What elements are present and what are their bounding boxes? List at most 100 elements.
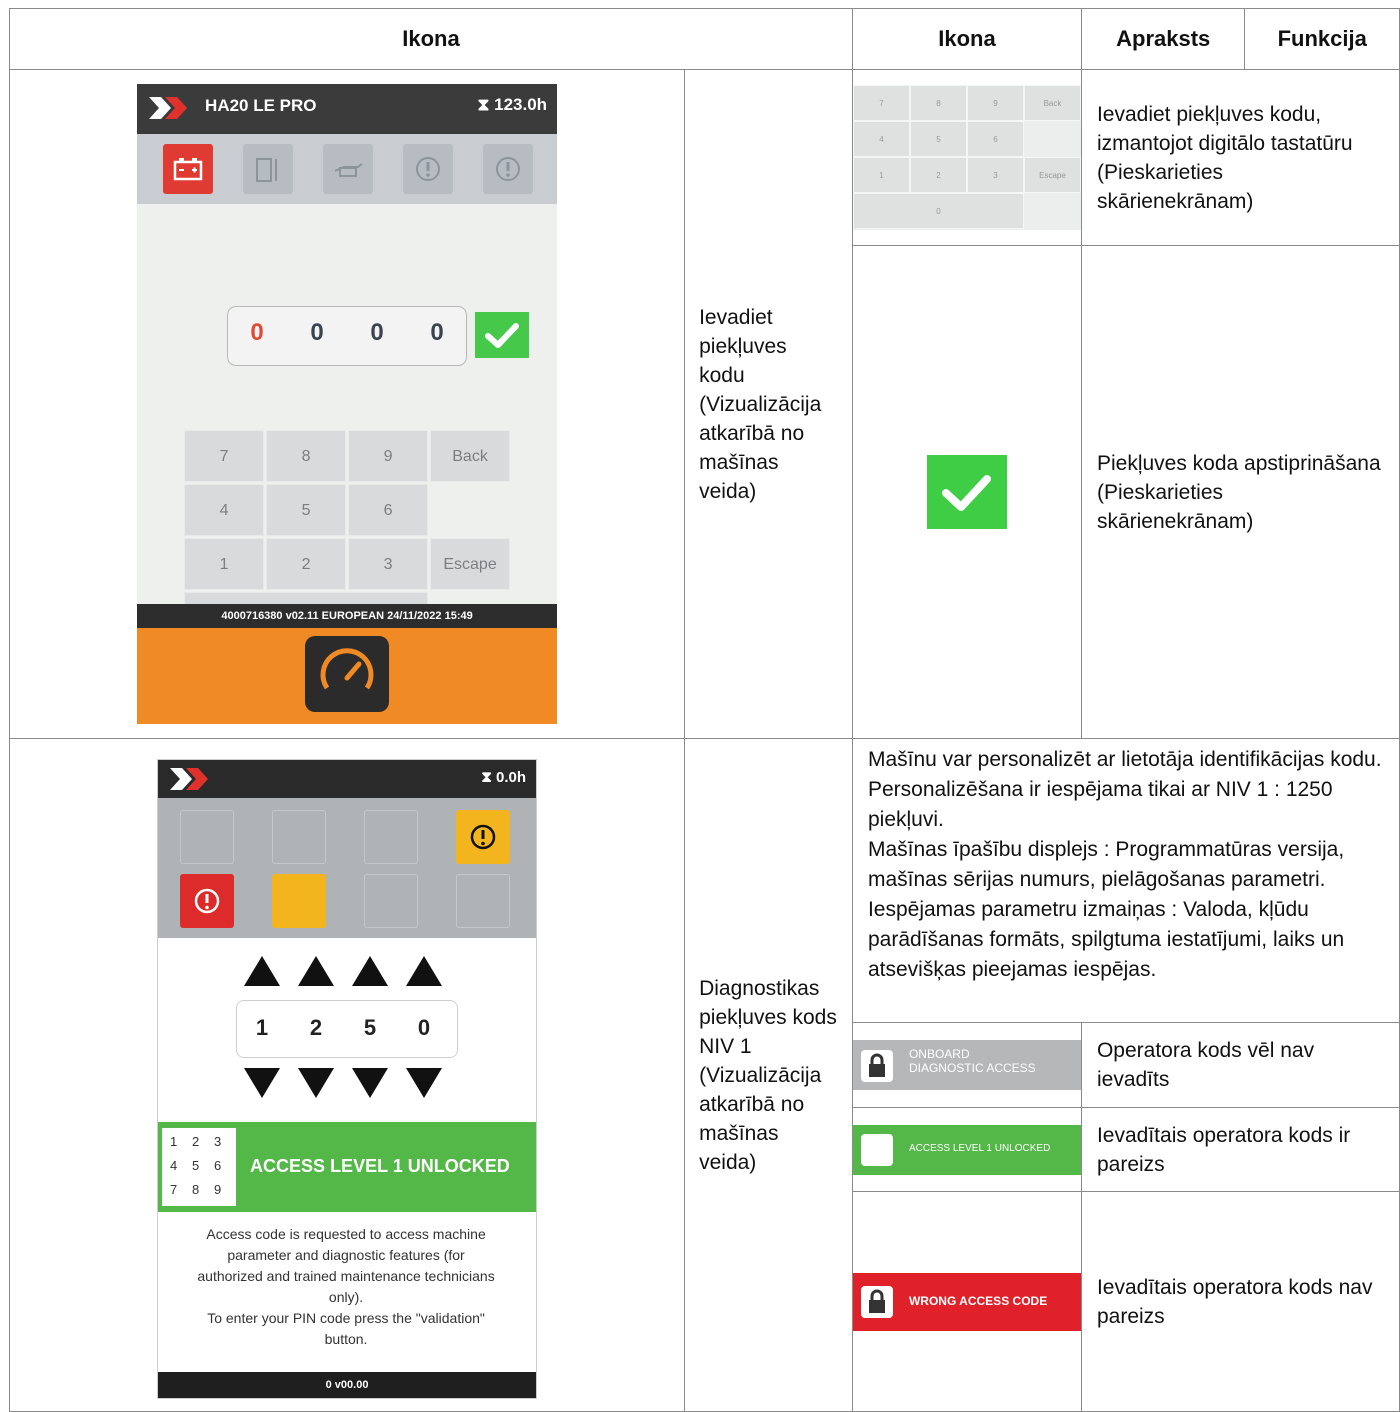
numpad-icon: 1 2 3 4 5 6 7 8 9	[162, 1128, 237, 1206]
access-code-phone-screenshot: HA20 LE PRO ⧗ 123.0h 0 0 0 0 7 8 9 Back …	[137, 84, 558, 724]
key-4[interactable]: 4	[184, 484, 265, 536]
access-code-screenshot-cell: HA20 LE PRO ⧗ 123.0h 0 0 0 0 7 8 9 Back …	[8, 69, 686, 739]
key-9[interactable]: 9	[348, 430, 429, 482]
header-description: Apraksts	[1080, 8, 1246, 70]
warning-icon	[456, 810, 511, 864]
personalization-text: Mašīnu var personalizēt ar lietotāja ide…	[851, 738, 1400, 1023]
thumb-key: 9	[966, 85, 1024, 121]
fuel-icon	[272, 810, 327, 864]
thumb-key: 6	[966, 121, 1024, 157]
fuel-icon	[243, 144, 294, 194]
badge-label: ACCESS LEVEL 1 UNLOCKED	[908, 1142, 1051, 1154]
keypad-thumbnail-cell: 7 8 9 Back 4 5 6 1 2 3 Escape 0	[851, 69, 1082, 246]
confirm-function-text: Piekļuves koda apstiprināšana (Pieskarie…	[1080, 245, 1400, 739]
phone-bottom-bar	[137, 628, 558, 724]
status-icon-bar	[137, 134, 558, 204]
code-digit: 5	[363, 1015, 377, 1040]
brand-chevron-icon	[149, 97, 188, 119]
wrong-code-badge-cell: WRONG ACCESS CODE	[851, 1191, 1082, 1412]
unlocked-badge-cell: ACCESS LEVEL 1 UNLOCKED	[851, 1107, 1082, 1192]
thumb-key: 7	[852, 85, 910, 121]
thumb-key: 1	[852, 157, 910, 193]
increment-arrow[interactable]	[244, 956, 281, 986]
warning-icon	[403, 144, 454, 194]
warning-icon	[483, 144, 534, 194]
code-digit: 0	[417, 1015, 431, 1040]
phone-header-bar: HA20 LE PRO ⧗ 123.0h	[137, 84, 558, 134]
key-7[interactable]: 7	[184, 430, 265, 482]
access-unlocked-banner: 1 2 3 4 5 6 7 8 9 ACCESS LEVEL 1 UNLOCKE…	[158, 1122, 537, 1212]
diagnostic-code-description: Diagnostikas piekļuves kods NIV 1 (Vizua…	[684, 738, 853, 1412]
hour-meter: ⧗ 123.0h	[477, 95, 548, 114]
decrement-arrow[interactable]	[406, 1068, 443, 1098]
table-header-row: Ikona Ikona Apraksts Funkcija	[9, 8, 1400, 70]
coolant-icon	[364, 874, 419, 928]
increment-arrow[interactable]	[352, 956, 389, 986]
header-icon-left: Ikona	[9, 8, 853, 70]
key-8[interactable]: 8	[266, 430, 347, 482]
keypad-thumbnail: 7 8 9 Back 4 5 6 1 2 3 Escape 0	[852, 85, 1081, 230]
access-code-display[interactable]: 0 0 0 0	[227, 306, 468, 366]
numpad-icon	[860, 1133, 893, 1166]
thumb-key: Escape	[1023, 157, 1081, 193]
code-digit: 0	[430, 319, 444, 346]
phone-header-bar: ⧗ 0.0h	[158, 760, 537, 798]
not-entered-function-text: Operatora kods vēl nav ievadīts	[1080, 1022, 1400, 1108]
code-digit: 1	[255, 1015, 269, 1040]
machine-model: HA20 LE PRO	[205, 96, 317, 115]
decrement-arrow[interactable]	[298, 1068, 335, 1098]
confirm-icon-cell	[851, 245, 1082, 739]
decrement-arrow[interactable]	[352, 1068, 389, 1098]
code-digit: 0	[250, 319, 264, 346]
decrement-arrow[interactable]	[244, 1068, 281, 1098]
badge-label: WRONG ACCESS CODE	[908, 1293, 1048, 1308]
key-6[interactable]: 6	[348, 484, 429, 536]
document-page: Ikona Ikona Apraksts Funkcija HA20 LE PR…	[0, 0, 1400, 1412]
header-icon-right: Ikona	[851, 8, 1082, 70]
speedometer-button[interactable]	[305, 636, 390, 712]
code-digit: 0	[310, 319, 324, 346]
back-key[interactable]: Back	[430, 430, 511, 482]
key-5[interactable]: 5	[266, 484, 347, 536]
table-row: ⧗ 0.0h 1 2 5 0 1 2 3 4 5 6 7 8 9 ACCESS …	[8, 738, 1400, 1412]
table-row: HA20 LE PRO ⧗ 123.0h 0 0 0 0 7 8 9 Back …	[8, 69, 1400, 739]
alarm-icon	[180, 874, 235, 928]
wrong-code-function-text: Ievadītais operatora kods nav pareizs	[1080, 1191, 1400, 1412]
status-icon-grid	[158, 798, 537, 938]
oil-icon	[323, 144, 374, 194]
key-2[interactable]: 2	[266, 538, 347, 590]
key-3[interactable]: 3	[348, 538, 429, 590]
hour-meter: ⧗ 0.0h	[481, 769, 527, 786]
confirm-checkmark-icon	[926, 455, 1007, 529]
thumb-key: 0	[852, 193, 1024, 229]
escape-key[interactable]: Escape	[430, 538, 511, 590]
increment-arrow[interactable]	[406, 956, 443, 986]
icon-table: Ikona Ikona Apraksts Funkcija HA20 LE PR…	[8, 8, 1400, 1412]
badge-line: DIAGNOSTIC ACCESS	[908, 1061, 1036, 1075]
thumb-key: 8	[909, 85, 967, 121]
access-code-description: Ievadiet piekļuves kodu (Vizualizācija a…	[684, 69, 853, 739]
code-digit: 0	[370, 319, 384, 346]
thumb-key: 3	[966, 157, 1024, 193]
speedometer-icon	[320, 648, 374, 690]
banner-text: ACCESS LEVEL 1 UNLOCKED	[250, 1156, 510, 1176]
unlocked-badge: ACCESS LEVEL 1 UNLOCKED	[852, 1124, 1081, 1175]
header-function: Funkcija	[1244, 8, 1400, 70]
onboard-access-badge: ONBOARD DIAGNOSTIC ACCESS	[852, 1040, 1081, 1090]
thumb-key: Back	[1023, 85, 1081, 121]
validate-button[interactable]	[475, 312, 530, 358]
thumb-key: 2	[909, 157, 967, 193]
badge-line: ONBOARD	[908, 1047, 970, 1061]
phone-body: 0 0 0 0 7 8 9 Back 4 5 6 1 2 3 Escape	[137, 134, 558, 644]
code-digit: 2	[309, 1015, 323, 1040]
key-1[interactable]: 1	[184, 538, 265, 590]
oil-icon	[364, 810, 419, 864]
onboard-badge-cell: ONBOARD DIAGNOSTIC ACCESS	[851, 1022, 1082, 1108]
battery-icon	[163, 144, 214, 194]
access-code-display[interactable]: 1 2 5 0	[236, 1000, 459, 1058]
brand-chevron-icon	[170, 768, 209, 790]
keypad-function-text: Ievadiet piekļuves kodu, izmantojot digi…	[1080, 69, 1400, 246]
diagnostic-phone-screenshot: ⧗ 0.0h 1 2 5 0 1 2 3 4 5 6 7 8 9 ACCESS …	[157, 759, 538, 1399]
thumb-key: 5	[909, 121, 967, 157]
increment-arrow[interactable]	[298, 956, 335, 986]
